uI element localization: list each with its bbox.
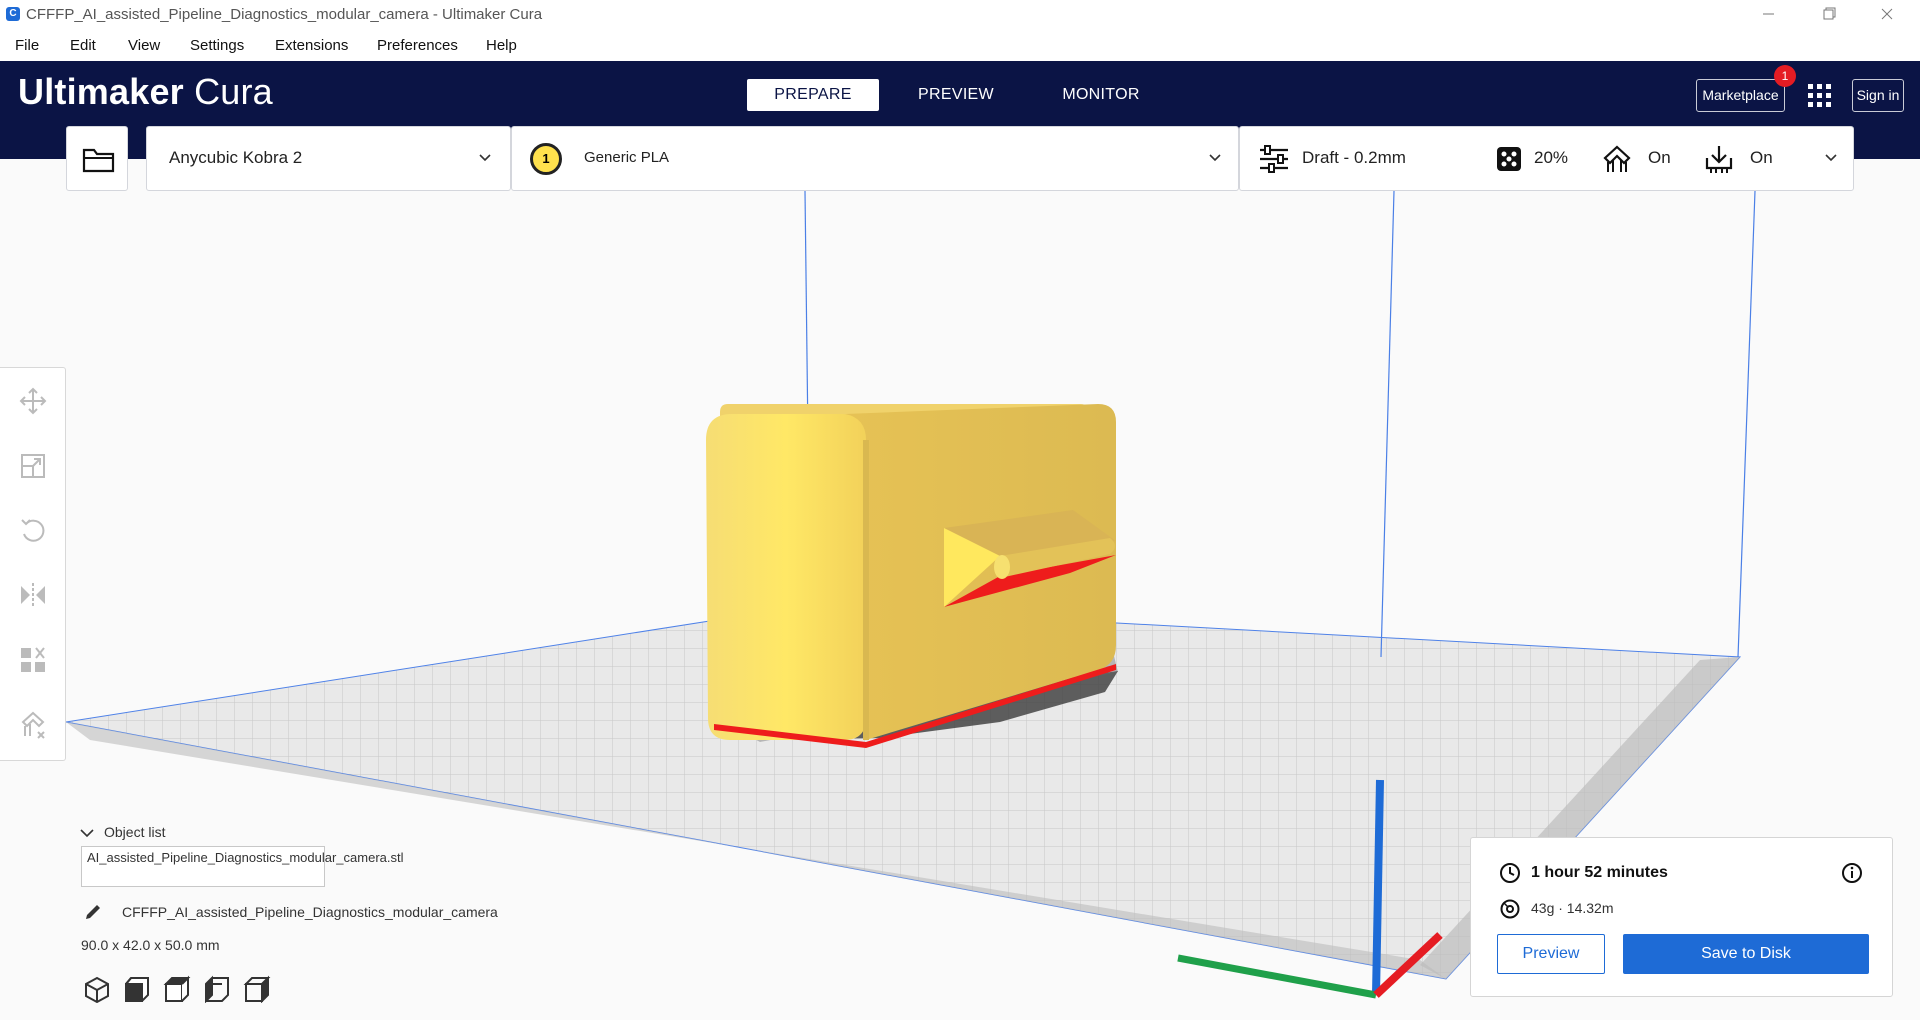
per-model-settings-icon[interactable] bbox=[18, 645, 48, 675]
object-list-item[interactable]: AI_assisted_Pipeline_Diagnostics_modular… bbox=[81, 846, 404, 887]
ultimaker-cura-logo: Ultimaker Cura bbox=[18, 71, 273, 113]
scale-icon[interactable] bbox=[18, 451, 48, 481]
chevron-down-icon bbox=[80, 829, 94, 838]
close-icon[interactable] bbox=[1864, 0, 1910, 30]
cura-app-icon: C bbox=[6, 7, 20, 21]
menu-extensions[interactable]: Extensions bbox=[275, 37, 348, 54]
printer-name: Anycubic Kobra 2 bbox=[169, 148, 303, 167]
tool-panel bbox=[0, 367, 66, 761]
infill-icon bbox=[1497, 147, 1521, 171]
logo-brand: Ultimaker bbox=[18, 71, 184, 112]
restore-icon[interactable] bbox=[1806, 0, 1852, 30]
info-icon[interactable] bbox=[1841, 862, 1863, 884]
print-info-panel: 1 hour 52 minutes 43g · 14.32m Preview S… bbox=[1470, 837, 1893, 997]
stage-tab-monitor[interactable]: MONITOR bbox=[1035, 79, 1167, 111]
print-settings-selector[interactable]: Draft - 0.2mm 20% On On bbox=[1239, 126, 1854, 191]
adhesion-value: On bbox=[1750, 148, 1773, 167]
mirror-icon[interactable] bbox=[18, 580, 48, 610]
open-file-button[interactable] bbox=[66, 126, 128, 191]
menu-preferences[interactable]: Preferences bbox=[377, 37, 458, 54]
stage-tab-prepare[interactable]: PREPARE bbox=[747, 79, 879, 111]
extruder-material-selector[interactable]: 1 Generic PLA bbox=[511, 126, 1239, 191]
folder-icon bbox=[82, 148, 115, 173]
logo-product: Cura bbox=[194, 71, 273, 112]
printer-selector[interactable]: Anycubic Kobra 2 bbox=[146, 126, 511, 191]
clock-icon bbox=[1500, 863, 1520, 883]
chevron-down-icon bbox=[1825, 154, 1837, 162]
object-list-toggle[interactable]: Object list bbox=[80, 824, 165, 840]
pencil-icon[interactable] bbox=[83, 902, 103, 922]
menu-edit[interactable]: Edit bbox=[70, 37, 96, 54]
material-name: Generic PLA bbox=[584, 149, 670, 166]
preview-button[interactable]: Preview bbox=[1497, 934, 1605, 974]
view-top-icon[interactable] bbox=[163, 975, 191, 1003]
cura-window: C CFFFP_AI_assisted_Pipeline_Diagnostics… bbox=[0, 0, 1920, 1020]
minimize-icon[interactable] bbox=[1746, 0, 1792, 30]
marketplace-button[interactable]: Marketplace bbox=[1696, 79, 1785, 112]
print-time: 1 hour 52 minutes bbox=[1531, 864, 1668, 881]
window-title: CFFFP_AI_assisted_Pipeline_Diagnostics_m… bbox=[26, 6, 543, 23]
sign-in-button[interactable]: Sign in bbox=[1852, 79, 1904, 112]
job-name[interactable]: CFFFP_AI_assisted_Pipeline_Diagnostics_m… bbox=[122, 904, 498, 920]
move-icon[interactable] bbox=[18, 386, 48, 416]
material-usage: 43g · 14.32m bbox=[1531, 900, 1614, 916]
view-front-icon[interactable] bbox=[123, 975, 151, 1003]
rotate-icon[interactable] bbox=[18, 515, 48, 545]
view-left-icon[interactable] bbox=[203, 975, 231, 1003]
stage-tab-preview[interactable]: PREVIEW bbox=[890, 79, 1022, 111]
model-dimensions: 90.0 x 42.0 x 50.0 mm bbox=[81, 937, 220, 953]
menu-help[interactable]: Help bbox=[486, 37, 517, 54]
menu-file[interactable]: File bbox=[15, 37, 39, 54]
view-right-icon[interactable] bbox=[243, 975, 271, 1003]
menu-settings[interactable]: Settings bbox=[190, 37, 244, 54]
settings-sliders-icon bbox=[1260, 145, 1288, 173]
infill-value: 20% bbox=[1534, 148, 1569, 167]
support-value: On bbox=[1648, 148, 1671, 167]
save-to-disk-button[interactable]: Save to Disk bbox=[1623, 934, 1869, 974]
menu-bar: File Edit View Settings Extensions Prefe… bbox=[0, 30, 1920, 61]
marketplace-notification-badge: 1 bbox=[1774, 65, 1796, 87]
filament-spool-icon bbox=[1500, 899, 1520, 919]
extruder-1-badge: 1 bbox=[530, 143, 562, 175]
title-bar: C CFFFP_AI_assisted_Pipeline_Diagnostics… bbox=[0, 0, 1920, 30]
object-list-label: Object list bbox=[104, 824, 166, 840]
profile-name: Draft - 0.2mm bbox=[1302, 148, 1406, 167]
menu-view[interactable]: View bbox=[128, 37, 160, 54]
chevron-down-icon bbox=[479, 154, 491, 162]
adhesion-icon bbox=[1705, 146, 1733, 173]
grid-icon[interactable] bbox=[1806, 82, 1834, 110]
view-3d-icon[interactable] bbox=[83, 975, 111, 1003]
support-blocker-icon[interactable] bbox=[18, 710, 48, 740]
chevron-down-icon bbox=[1209, 154, 1221, 162]
support-icon bbox=[1603, 145, 1631, 172]
